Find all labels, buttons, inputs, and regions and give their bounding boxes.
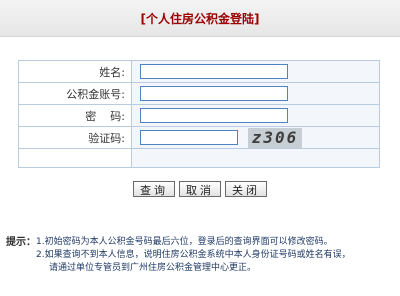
account-row: 公积金账号: <box>18 82 380 105</box>
captcha-row: 验证码: z306 <box>18 126 380 149</box>
account-input[interactable] <box>140 86 288 101</box>
spacer-row <box>18 148 380 168</box>
tip-line-1: 1.初始密码为本人公积金号码最后六位，登录后的查询界面可以修改密码。 <box>36 237 333 247</box>
query-button[interactable]: 查询 <box>133 181 175 197</box>
captcha-image[interactable]: z306 <box>248 127 302 148</box>
close-button[interactable]: 关闭 <box>225 181 267 197</box>
captcha-input[interactable] <box>140 130 238 145</box>
cancel-button[interactable]: 取消 <box>179 181 221 197</box>
name-row: 姓名: <box>18 60 380 83</box>
password-label: 密 码: <box>18 104 132 127</box>
password-row: 密 码: <box>18 104 380 127</box>
name-label: 姓名: <box>18 60 132 83</box>
tip-line-3: 请通过单位专管员到广州住房公积金管理中心更正。 <box>49 263 257 273</box>
password-input[interactable] <box>140 108 288 123</box>
tip-line-2: 2.如果查询不到本人信息，说明住房公积金系统中本人身份证号码或姓名有误， <box>36 250 351 260</box>
button-row: 查询 取消 关闭 <box>0 181 400 197</box>
account-label: 公积金账号: <box>18 82 132 105</box>
name-input[interactable] <box>140 64 288 79</box>
tips-label: 提示： <box>6 237 36 248</box>
captcha-label: 验证码: <box>18 126 132 149</box>
login-form: 姓名: 公积金账号: 密 码: 验证码: z306 <box>18 60 380 168</box>
title-bar: [个人住房公积金登陆] <box>0 0 400 37</box>
page-title: [个人住房公积金登陆] <box>140 12 260 26</box>
